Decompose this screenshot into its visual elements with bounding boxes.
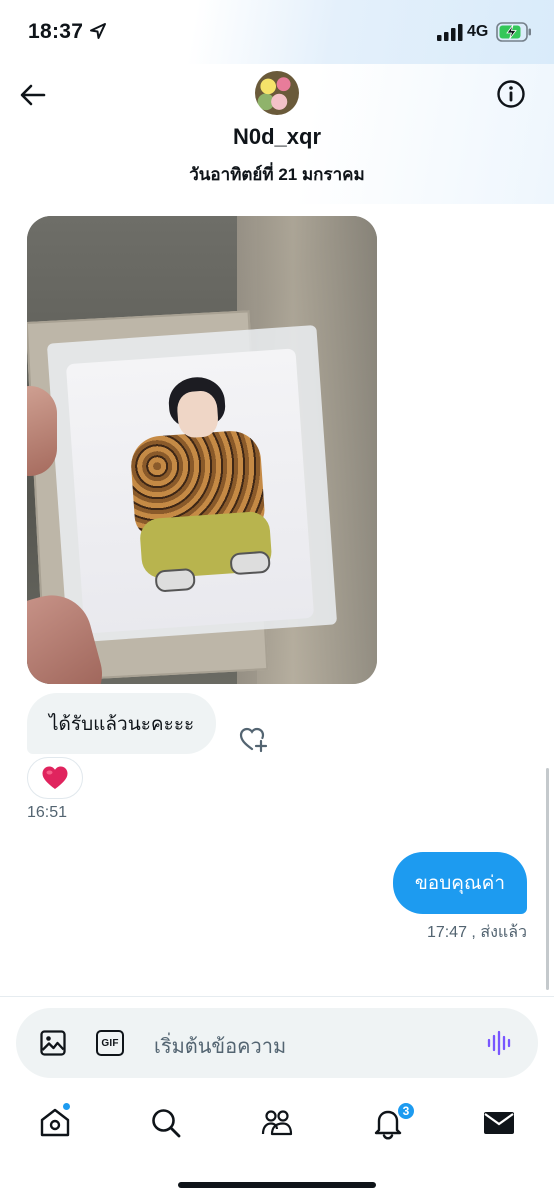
communities-icon[interactable] [260, 1106, 294, 1140]
outgoing-message-bubble[interactable]: ขอบคุณค่า [392, 852, 527, 914]
scrollbar-thumb[interactable] [546, 768, 549, 990]
composer-divider [0, 996, 554, 997]
signal-icon [437, 24, 463, 41]
status-time: 18:37 [28, 20, 84, 43]
home-unread-dot [62, 1102, 71, 1111]
message-photo[interactable] [27, 216, 377, 684]
message-composer[interactable]: GIF เริ่มต้นข้อความ [16, 1008, 538, 1078]
heart-reaction-icon [42, 766, 68, 789]
voice-waveform-icon[interactable] [486, 1029, 514, 1057]
info-icon[interactable] [495, 78, 527, 110]
bottom-navigation [0, 1090, 554, 1160]
search-icon[interactable] [149, 1106, 183, 1140]
conversation-username[interactable]: N0d_xqr [0, 124, 554, 150]
reaction-badge[interactable] [27, 757, 83, 799]
conversation-date: วันอาทิตย์ที่ 21 มกราคม [189, 165, 365, 184]
gif-label: GIF [101, 1037, 119, 1049]
incoming-timestamp: 16:51 [27, 804, 68, 821]
heart-plus-icon[interactable] [238, 725, 268, 753]
mail-icon[interactable] [482, 1106, 516, 1140]
gif-icon[interactable]: GIF [96, 1030, 124, 1056]
image-icon[interactable] [39, 1029, 67, 1057]
message-input[interactable]: เริ่มต้นข้อความ [154, 1030, 286, 1062]
notifications-badge: 3 [396, 1101, 416, 1121]
network-type: 4G [467, 23, 489, 40]
photo-thumb [27, 386, 57, 476]
card-face [176, 389, 220, 439]
photo-card [65, 348, 315, 634]
back-arrow-icon[interactable] [18, 80, 48, 110]
card-shoe-right [229, 550, 271, 576]
home-indicator[interactable] [178, 1182, 376, 1188]
avatar[interactable] [255, 71, 299, 115]
battery-charging-icon [496, 22, 531, 42]
outgoing-status: 17:47 , ส่งแล้ว [426, 924, 527, 941]
location-arrow-icon [90, 23, 106, 39]
home-icon[interactable] [38, 1106, 72, 1140]
card-shoe-left [154, 567, 196, 593]
incoming-message-bubble[interactable]: ได้รับแล้วนะคะะะ [27, 693, 217, 754]
